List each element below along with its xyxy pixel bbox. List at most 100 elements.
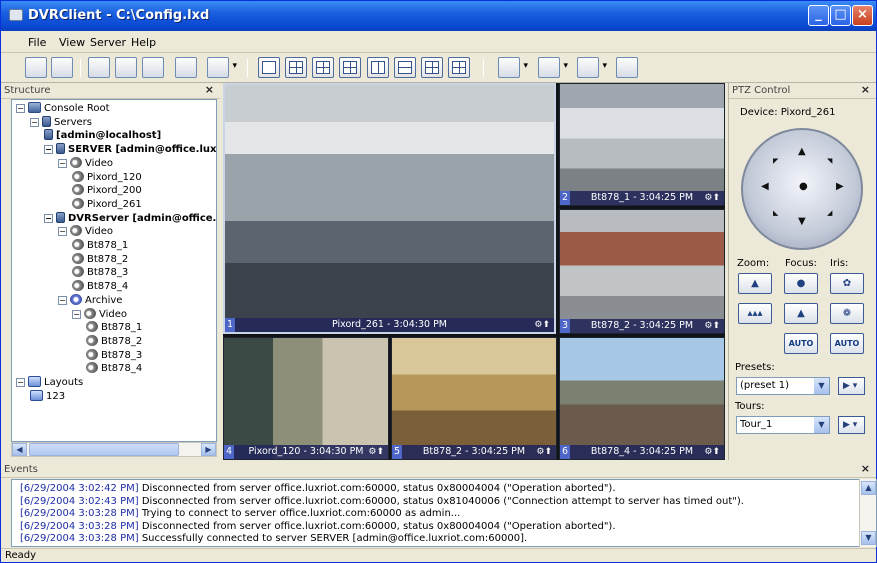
layout-3x3-icon[interactable] [312,57,334,78]
scroll-down-icon[interactable]: ▼ [861,531,876,545]
pan-up-right-icon[interactable]: ◥ [827,157,832,165]
tree-item[interactable]: Bt878_2 [86,334,142,348]
zoom-out-button[interactable]: ▴▴▴ [738,303,772,324]
scroll-up-icon[interactable]: ▲ [861,481,876,495]
tree-horizontal-scrollbar[interactable]: ◀ ▶ [11,442,217,457]
tree-item[interactable]: Bt878_3 [86,348,142,362]
tree-item[interactable]: Pixord_200 [72,184,142,197]
video-tile-2[interactable]: 2 Bt878_1 - 3:04:25 PM ⚙⬆ [559,83,725,206]
tree-item[interactable]: Bt878_1 [72,239,128,252]
tree-item[interactable]: Pixord_261 [72,197,142,211]
video-tile-6[interactable]: 6 Bt878_4 - 3:04:25 PM ⚙⬆ [559,337,725,460]
scroll-right-icon[interactable]: ▶ [201,443,216,456]
focus-near-button[interactable]: ● [784,273,818,294]
fullscreen-icon[interactable] [175,57,197,78]
window-icon[interactable] [616,57,638,78]
menu-file[interactable]: File [28,36,46,49]
motion-icon[interactable] [577,57,607,78]
tree-item[interactable]: − Video [72,307,127,321]
tree-item[interactable]: − DVRServer [admin@office.luxr [44,211,216,225]
edit-icon[interactable] [115,57,137,78]
save-icon[interactable] [51,57,73,78]
layout-1plus5-icon[interactable] [367,57,389,78]
layout-1plus7-icon[interactable] [394,57,416,78]
tree-item[interactable]: − Video [58,225,113,238]
pan-up-icon[interactable]: ▲ [798,146,806,157]
collapse-icon[interactable]: − [44,145,53,155]
focus-auto-button[interactable]: AUTO [784,333,818,354]
pan-home-icon[interactable]: ● [799,181,808,192]
minimize-button[interactable]: _ [808,5,829,26]
structure-close-icon[interactable]: × [205,83,214,96]
ptz-close-icon[interactable]: × [861,83,870,96]
clock-icon[interactable] [142,57,164,78]
layout-2x2-icon[interactable] [285,57,307,78]
scroll-left-icon[interactable]: ◀ [12,443,27,456]
collapse-icon[interactable]: − [58,295,67,305]
menu-help[interactable]: Help [131,36,156,49]
collapse-icon[interactable]: − [72,309,81,319]
tree-item[interactable]: − Video [58,156,113,170]
hand-icon[interactable] [538,57,568,78]
title-bar[interactable]: DVRClient - C:\Config.lxd _ □ × [1,1,876,31]
pan-right-icon[interactable]: ▶ [836,181,844,192]
events-log[interactable]: [6/29/2004 3:02:42 PM] Disconnected from… [11,479,877,547]
tour-play-button[interactable]: ▶ ▾ [838,416,865,434]
video-tile-4[interactable]: 4 Pixord_120 - 3:04:30 PM ⚙⬆ [223,337,389,460]
presets-select[interactable]: (preset 1) ▼ [736,377,830,395]
collapse-icon[interactable]: − [44,213,53,223]
close-button[interactable]: × [852,5,873,26]
structure-tree[interactable]: − Console Root − Servers [admin@localhost] − S… [11,99,217,442]
events-vertical-scrollbar[interactable]: ▲ ▼ [859,479,876,547]
iris-close-button[interactable]: ❁ [830,303,864,324]
iris-open-button[interactable]: ✿ [830,273,864,294]
tree-item[interactable]: Bt878_2 [72,252,128,266]
pan-left-icon[interactable]: ◀ [761,181,769,192]
chevron-down-icon[interactable]: ▼ [814,378,829,394]
tree-item[interactable]: Bt878_4 [72,280,128,293]
collapse-icon[interactable]: − [58,227,67,237]
preset-go-button[interactable]: ▶ ▾ [838,377,865,395]
ptz-joystick[interactable]: ▲ ▼ ◀ ▶ ● ◤ ◥ ◣ ◢ [741,128,863,250]
tree-item[interactable]: 123 [30,389,65,403]
pan-up-left-icon[interactable]: ◤ [773,157,778,165]
snapshot-icon[interactable] [498,57,528,78]
tree-item[interactable]: − SERVER [admin@office.luxriot.c [44,143,216,156]
pan-down-right-icon[interactable]: ◢ [827,209,832,217]
layout-1x1-icon[interactable] [258,57,280,78]
menu-server[interactable]: Server [90,36,126,49]
open-icon[interactable] [25,57,47,78]
properties-icon[interactable] [88,57,110,78]
video-tile-5[interactable]: 5 Bt878_2 - 3:04:25 PM ⚙⬆ [391,337,557,460]
focus-far-button[interactable]: ▲ [784,303,818,324]
collapse-icon[interactable]: − [30,117,39,127]
tree-item[interactable]: − Layouts [16,376,83,389]
tree-item[interactable]: − Console Root [16,102,110,115]
collapse-icon[interactable]: − [58,158,67,168]
layout-2plus8-icon[interactable] [421,57,443,78]
monitor-icon[interactable] [207,57,237,78]
video-tile-1[interactable]: 1 Pixord_261 - 3:04:30 PM ⚙⬆ [223,83,556,334]
menu-view[interactable]: View [59,36,85,49]
tree-item[interactable]: [admin@localhost] [44,129,161,142]
events-close-icon[interactable]: × [861,462,870,475]
zoom-in-button[interactable]: ▲ [738,273,772,294]
tree-item[interactable]: Bt878_4 [86,362,142,375]
tree-item[interactable]: Bt878_3 [72,266,128,279]
chevron-down-icon[interactable]: ▼ [814,417,829,433]
pan-down-icon[interactable]: ▼ [798,216,806,227]
maximize-button[interactable]: □ [830,5,851,26]
tree-item[interactable]: − Archive [58,293,122,307]
collapse-icon[interactable]: − [16,378,25,387]
pan-down-left-icon[interactable]: ◣ [773,209,778,217]
tree-item[interactable]: Pixord_120 [72,170,142,184]
tree-item[interactable]: Bt878_1 [86,321,142,334]
video-tile-3[interactable]: 3 Bt878_2 - 3:04:25 PM ⚙⬆ [559,209,725,334]
layout-custom-icon[interactable] [448,57,470,78]
scroll-thumb[interactable] [29,443,179,456]
iris-auto-button[interactable]: AUTO [830,333,864,354]
collapse-icon[interactable]: − [16,104,25,113]
tree-item[interactable]: − Servers [30,115,92,129]
tours-select[interactable]: Tour_1 ▼ [736,416,830,434]
layout-4x4-icon[interactable] [339,57,361,78]
